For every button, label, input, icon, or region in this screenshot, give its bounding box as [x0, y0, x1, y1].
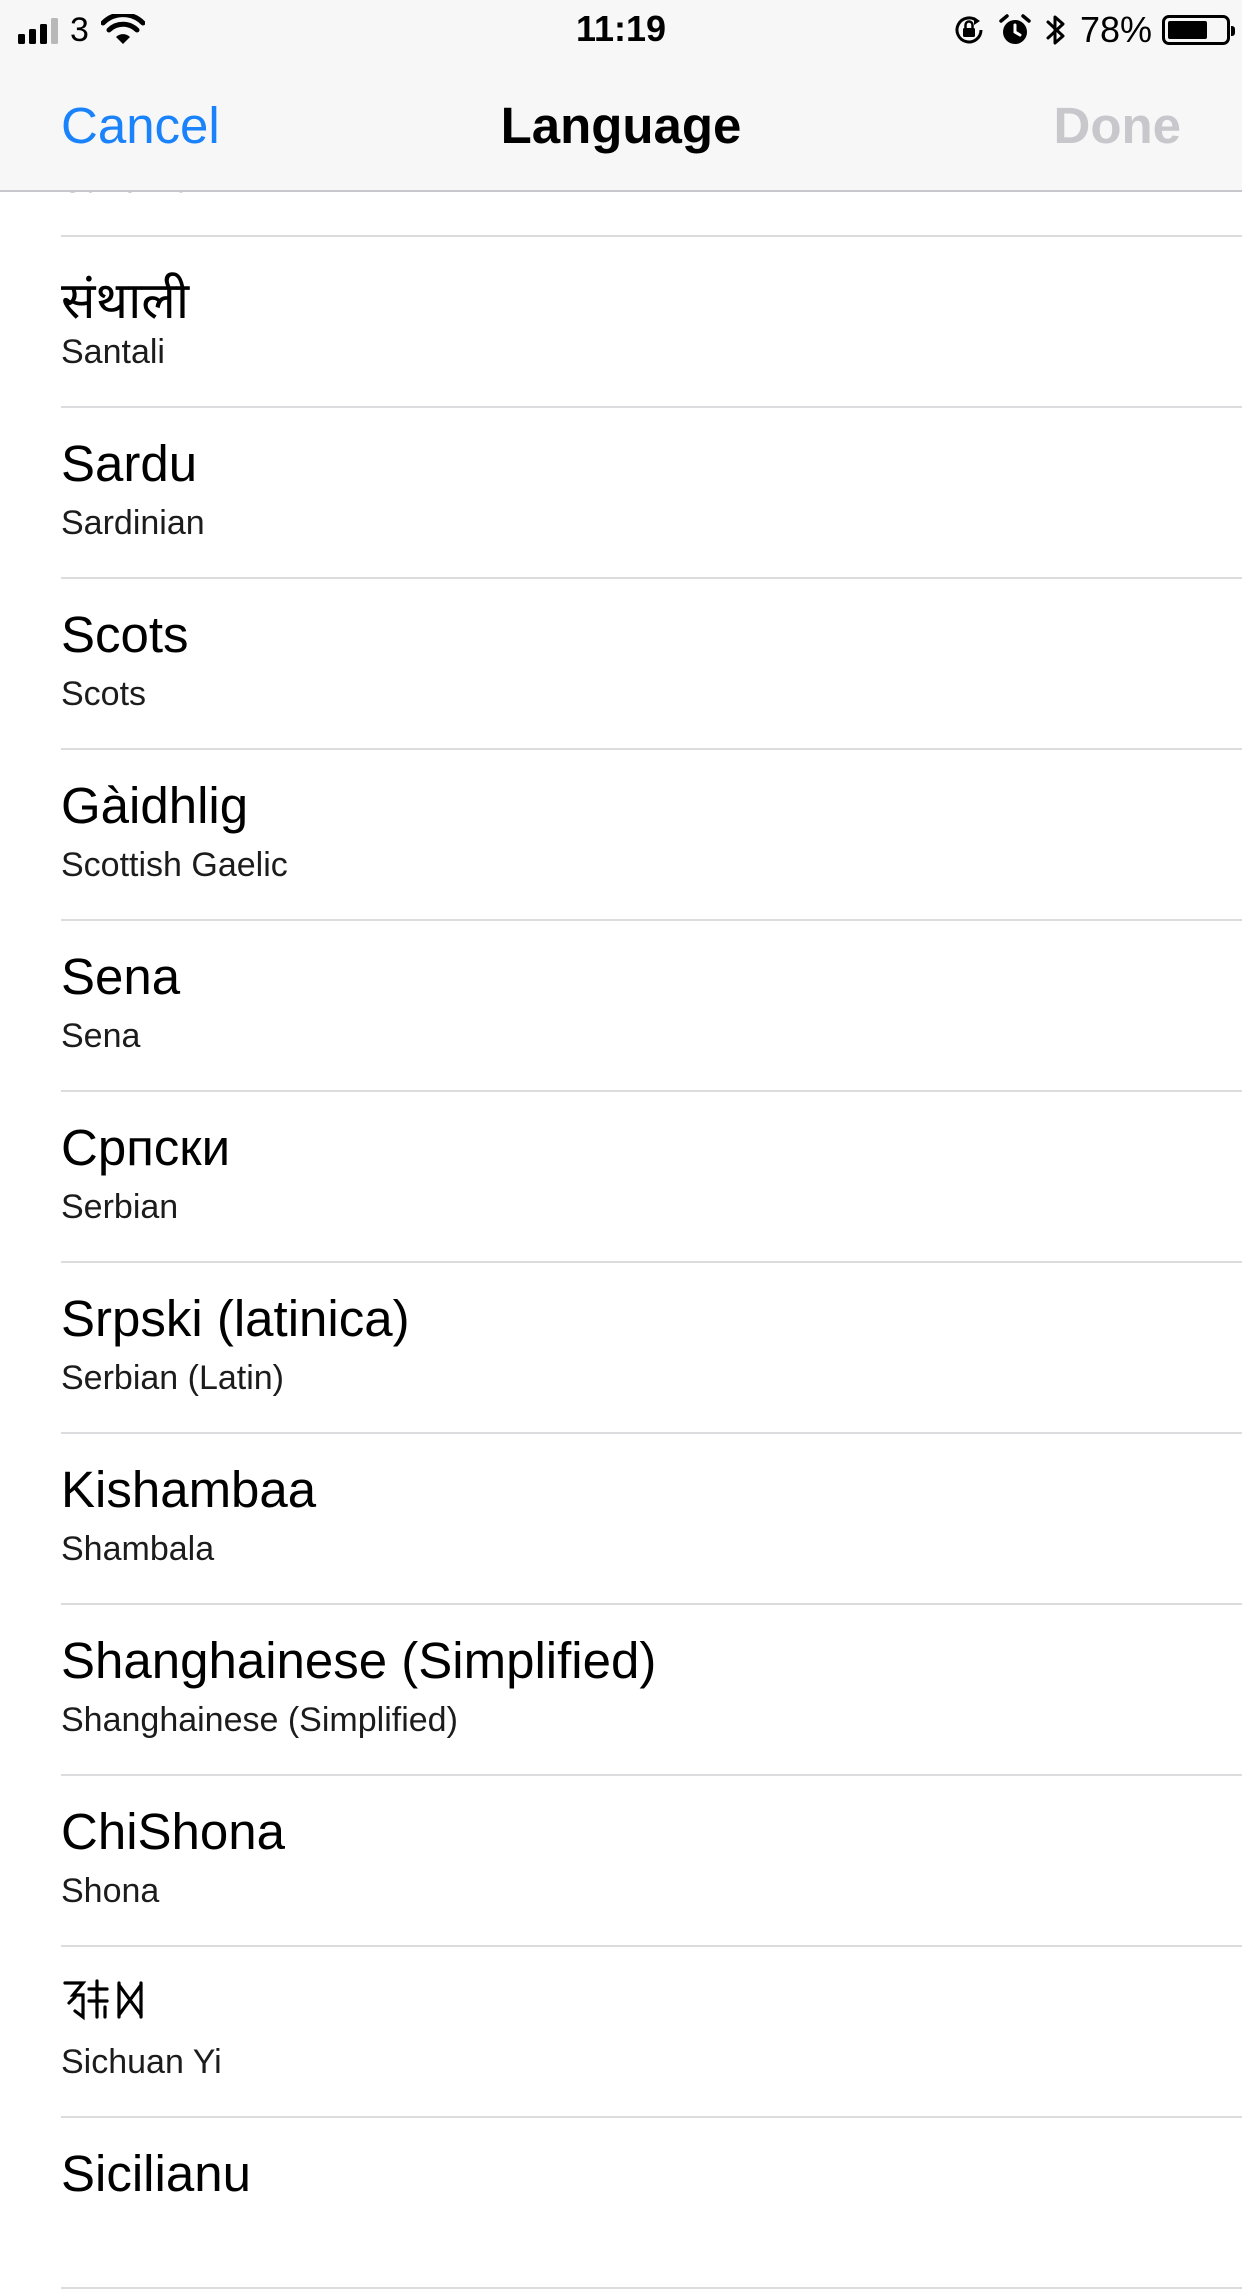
language-english-name: Shambala	[61, 1530, 215, 1568]
list-item[interactable]: Sena Sena	[0, 921, 1242, 1092]
language-english-name: Santali	[61, 333, 165, 371]
language-english-name: Sichuan Yi	[61, 2043, 222, 2081]
list-item[interactable]: Gàidhlig Scottish Gaelic	[0, 750, 1242, 921]
alarm-icon	[999, 14, 1031, 44]
language-native-name: Sena	[61, 948, 181, 1005]
language-native-name: Scots	[61, 606, 189, 663]
list-item[interactable]: Srpski (latinica) Serbian (Latin)	[0, 1263, 1242, 1434]
language-native-name: Srpski (latinica)	[61, 1290, 410, 1347]
battery-fill	[1168, 21, 1207, 39]
list-item[interactable]: Kishambaa Shambala	[0, 1434, 1242, 1605]
language-english-name: Serbian (Latin)	[61, 1359, 285, 1397]
language-native-name: Sicilianu	[61, 2145, 251, 2202]
battery-icon	[1162, 15, 1235, 45]
list-item[interactable]: Shanghainese (Simplified) Shanghainese (S…	[0, 1605, 1242, 1776]
orientation-lock-icon	[955, 16, 983, 44]
list-item[interactable]: ChiShona Shona	[0, 1776, 1242, 1947]
language-english-name: Sena	[61, 1017, 141, 1055]
list-item[interactable]: Српски Serbian	[0, 1092, 1242, 1263]
language-native-name: Sardu	[61, 435, 198, 492]
list-item[interactable]: Sardu Sardinian	[0, 408, 1242, 579]
list-item[interactable]: संथाली Santali	[0, 237, 1242, 408]
status-bar: 3 11:19 78%	[0, 0, 1242, 60]
list-item[interactable]: Sichuan Yi	[0, 1947, 1242, 2118]
language-native-name-glyph	[61, 1977, 151, 2021]
language-native-name: संथाली	[61, 272, 190, 329]
language-native-name: Gàidhlig	[61, 777, 249, 834]
language-english-name: Scots	[61, 675, 147, 713]
list-item[interactable]: Scots Scots	[0, 579, 1242, 750]
status-right: 78%	[940, 9, 1235, 50]
language-native-name: ChiShona	[61, 1803, 285, 1860]
language-english-name: Shona	[61, 1872, 160, 1910]
bluetooth-icon	[1046, 15, 1065, 45]
language-native-name: Kishambaa	[61, 1461, 317, 1518]
battery-percentage: 78%	[1079, 9, 1152, 50]
list-item[interactable]: Sicilianu	[0, 2118, 1242, 2289]
language-native-name: Shanghainese (Simplified)	[61, 1632, 657, 1689]
language-english-name: Serbian	[61, 1188, 179, 1226]
language-english-name: Shanghainese (Simplified)	[61, 1701, 458, 1739]
language-english-name: Sardinian	[61, 504, 205, 542]
language-english-name: Scottish Gaelic	[61, 846, 288, 884]
navigation-bar: Cancel Language Done	[0, 60, 1242, 192]
language-native-name: Српски	[61, 1119, 231, 1176]
done-button[interactable]: Done	[1054, 96, 1182, 155]
